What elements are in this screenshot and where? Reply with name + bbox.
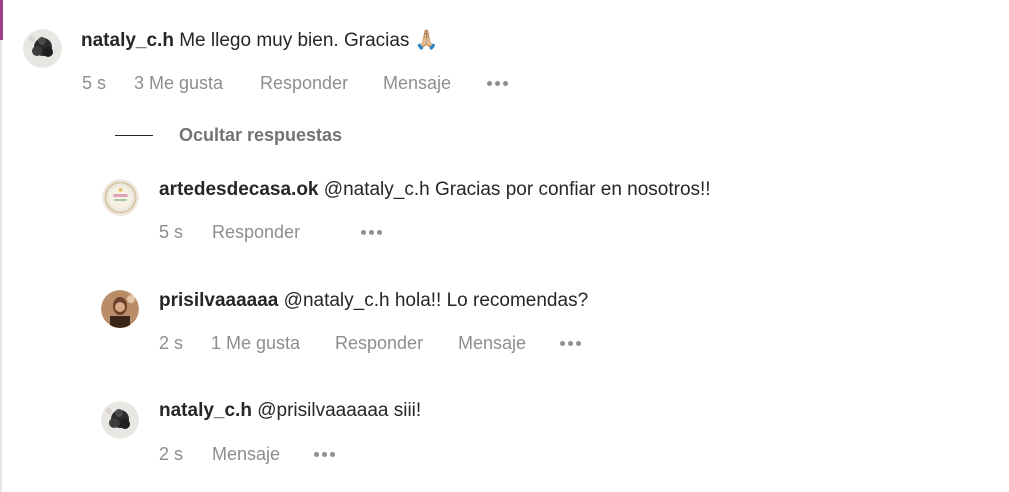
reply-meta: 2 s Mensaje [159,443,359,465]
message-button[interactable]: Mensaje [458,332,526,354]
reply-meta: 2 s 1 Me gusta Responder Mensaje [159,332,599,354]
more-options-icon[interactable] [487,81,509,86]
more-options-icon[interactable] [560,341,582,346]
reply-timestamp: 2 s [159,444,184,464]
reply-button[interactable]: Responder [335,332,423,354]
reply-text: @prisilvaaaaaa siii! [257,400,422,421]
comment-line: nataly_c.h Me llego muy bien. Gracias 🙏🏼 [81,29,438,53]
praying-hands-emoji: 🙏🏼 [414,30,439,51]
reply-username[interactable]: nataly_c.h [159,400,252,421]
message-button[interactable]: Mensaje [212,443,280,465]
message-button[interactable]: Mensaje [383,72,451,94]
reply-username[interactable]: prisilvaaaaaa [159,290,278,311]
comment-username[interactable]: nataly_c.h [81,30,174,51]
reply-button[interactable]: Responder [260,72,348,94]
likes-count[interactable]: 1 Me gusta [211,332,300,354]
more-options-icon[interactable] [314,452,336,457]
avatar[interactable] [102,179,139,216]
reply-button[interactable]: Responder [212,221,300,243]
reply-line: prisilvaaaaaa @nataly_c.h hola!! Lo reco… [159,289,588,313]
reply-username[interactable]: artedesdecasa.ok [159,179,319,200]
comment-text: Me llego muy bien. Gracias [179,30,410,51]
reply-text: @nataly_c.h Gracias por confiar en nosot… [323,179,711,200]
likes-count[interactable]: 3 Me gusta [134,72,223,94]
hide-replies-label: Ocultar respuestas [179,125,343,145]
comments-panel: nataly_c.h Me llego muy bien. Gracias 🙏🏼… [0,0,1009,492]
reply-timestamp: 2 s [159,333,184,353]
more-options-icon[interactable] [361,230,383,235]
hide-replies-line [115,135,153,136]
hide-replies-button[interactable]: Ocultar respuestas [115,124,385,148]
comment-meta: 5 s 3 Me gusta Responder Mensaje [82,72,522,94]
accent-marker [0,0,3,40]
reply-timestamp: 5 s [159,222,184,242]
reply-line: artedesdecasa.ok @nataly_c.h Gracias por… [159,178,711,202]
avatar[interactable] [23,29,62,68]
avatar[interactable] [101,290,139,328]
reply-text: @nataly_c.h hola!! Lo recomendas? [283,290,589,311]
reply-line: nataly_c.h @prisilvaaaaaa siii! [159,399,421,423]
avatar[interactable] [101,401,139,439]
reply-meta: 5 s Responder [159,221,399,243]
thread-divider [0,0,2,492]
comment-timestamp: 5 s [82,73,107,93]
